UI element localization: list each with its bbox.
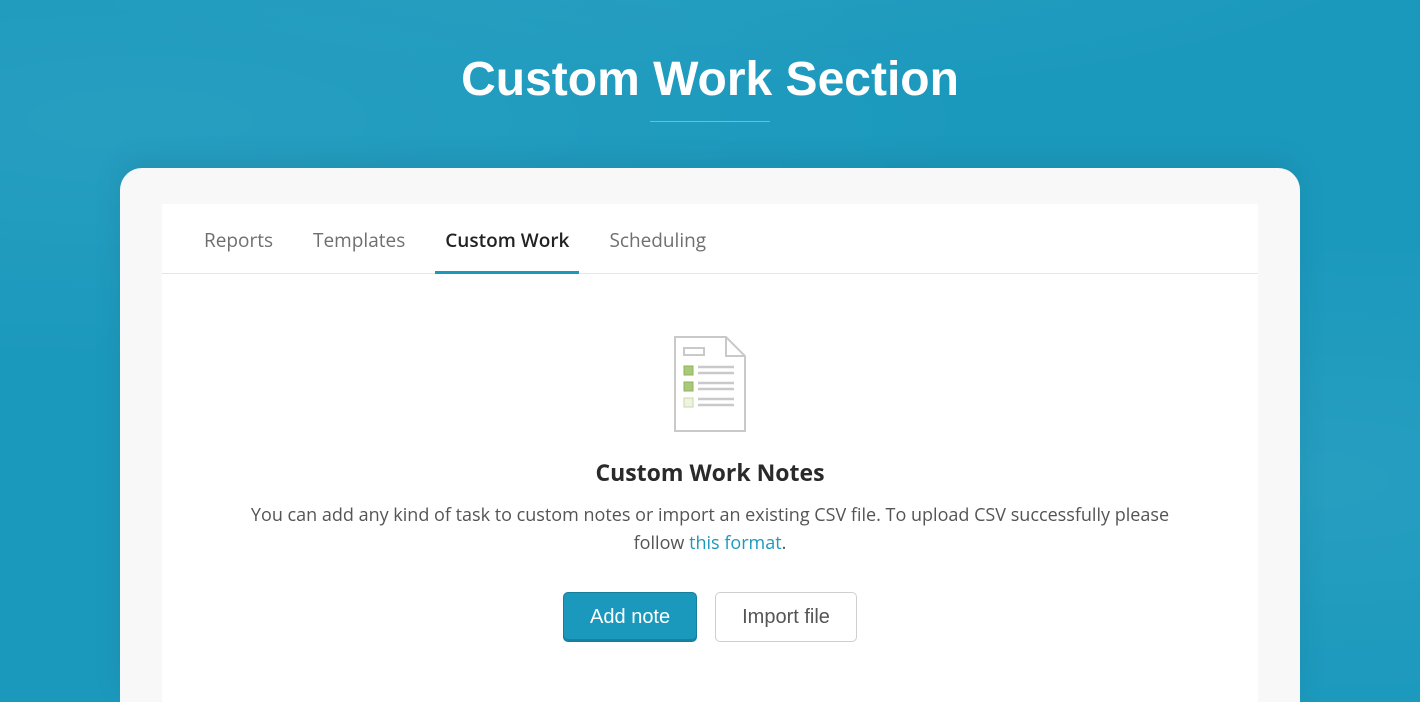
document-checklist-icon: [674, 336, 746, 432]
action-buttons: Add note Import file: [162, 592, 1258, 642]
empty-state-description: You can add any kind of task to custom n…: [240, 502, 1180, 558]
import-file-button[interactable]: Import file: [715, 592, 857, 642]
empty-desc-after: .: [782, 531, 787, 555]
tab-templates[interactable]: Templates: [313, 227, 405, 273]
format-link[interactable]: this format: [689, 531, 782, 555]
page-title: Custom Work Section: [0, 0, 1420, 107]
tab-reports[interactable]: Reports: [204, 227, 273, 273]
title-underline: [650, 121, 770, 122]
content-panel: Reports Templates Custom Work Scheduling: [162, 204, 1258, 702]
empty-state: Custom Work Notes You can add any kind o…: [162, 274, 1258, 642]
tab-custom-work[interactable]: Custom Work: [445, 227, 569, 273]
empty-state-title: Custom Work Notes: [162, 456, 1258, 488]
tabs: Reports Templates Custom Work Scheduling: [162, 204, 1258, 274]
tab-scheduling[interactable]: Scheduling: [609, 227, 706, 273]
content-card: Reports Templates Custom Work Scheduling: [120, 168, 1300, 702]
add-note-button[interactable]: Add note: [563, 592, 697, 642]
